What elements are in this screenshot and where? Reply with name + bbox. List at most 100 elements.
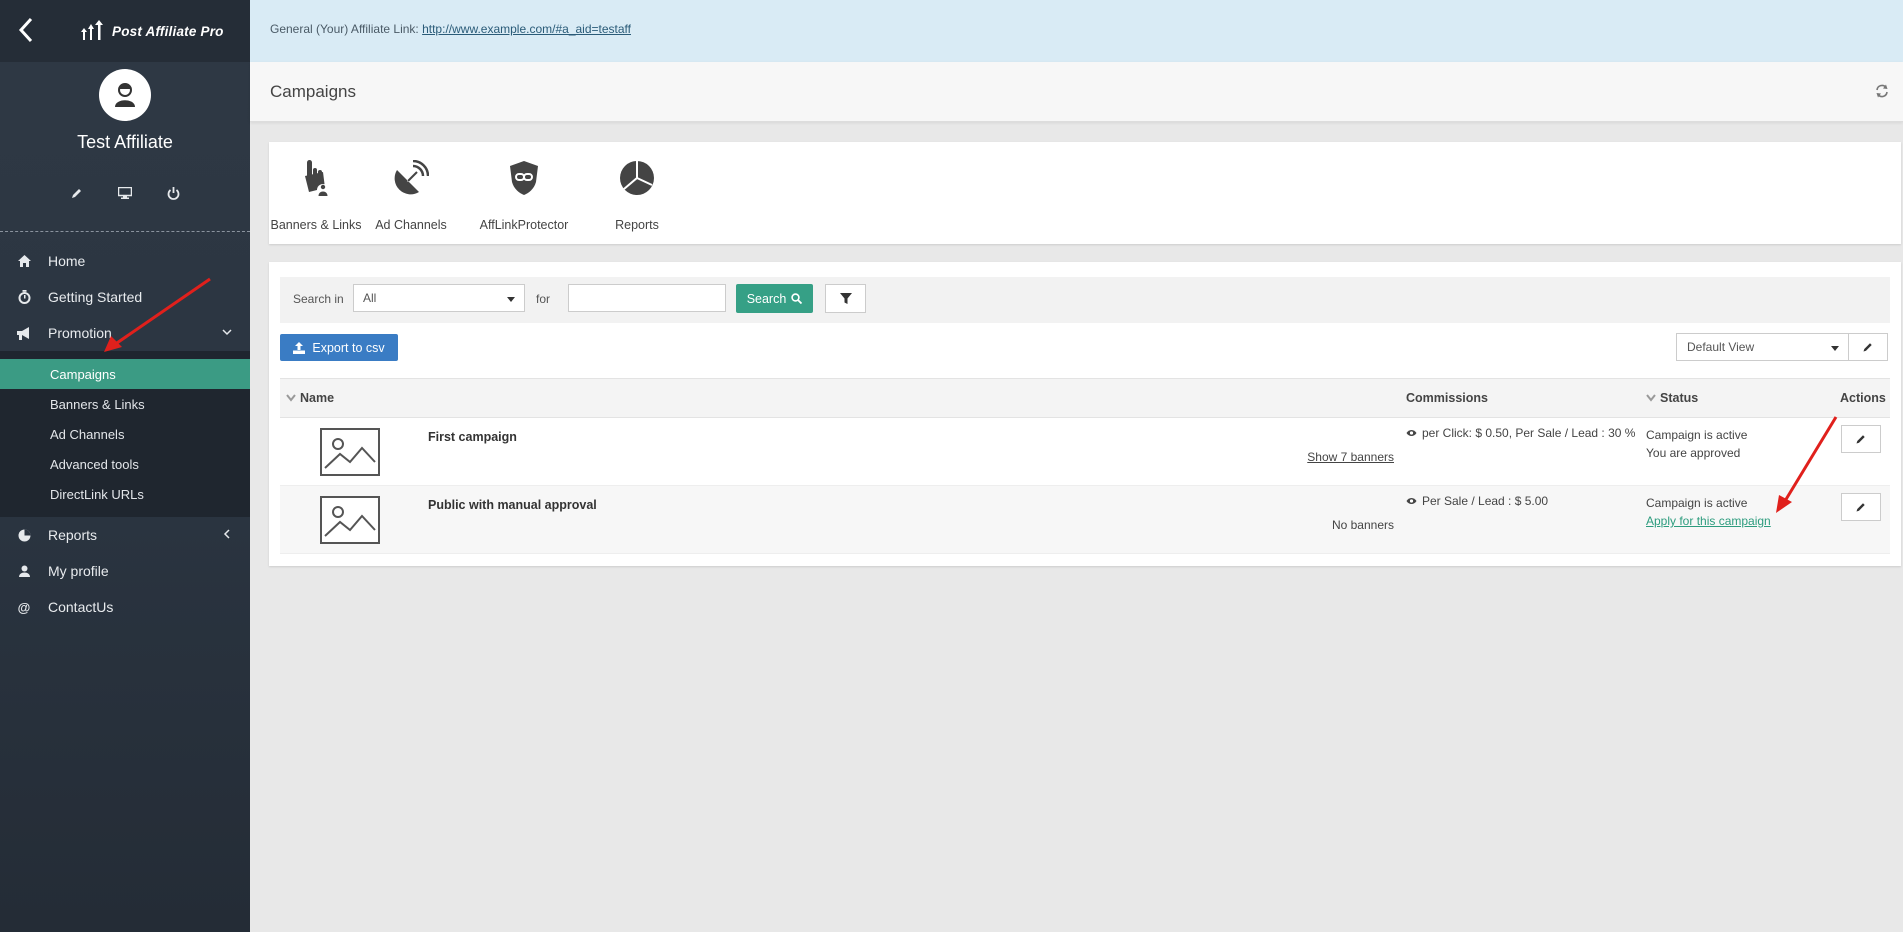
commissions-text: per Click: $ 0.50, Per Sale / Lead : 30 … — [1422, 426, 1636, 440]
column-header-actions: Actions — [1840, 391, 1886, 405]
quick-afflinkprotector[interactable]: AffLinkProtector — [469, 156, 579, 232]
refresh-icon[interactable] — [1875, 84, 1889, 98]
search-button[interactable]: Search — [736, 284, 813, 313]
monitor-icon[interactable] — [116, 184, 134, 202]
caret-down-icon — [507, 297, 515, 302]
quick-ad-channels[interactable]: Ad Channels — [356, 156, 466, 232]
logo-text: Post Affiliate Pro — [112, 23, 224, 39]
export-csv-button[interactable]: Export to csv — [280, 334, 398, 361]
edit-row-button[interactable] — [1841, 425, 1881, 453]
funnel-icon — [839, 292, 852, 304]
pie-chart-icon — [582, 156, 692, 200]
sidebar-item-my-profile[interactable]: My profile — [0, 553, 250, 589]
sidebar-item-promotion[interactable]: Promotion — [0, 315, 250, 351]
sidebar-item-reports[interactable]: Reports — [0, 517, 250, 553]
sidebar-subnav-promotion: Campaigns Banners & Links Ad Channels Ad… — [0, 351, 250, 517]
sidebar-header: Post Affiliate Pro — [0, 0, 250, 62]
back-chevron-icon[interactable] — [18, 16, 40, 46]
hand-pointer-icon — [261, 156, 371, 200]
apply-for-campaign-link[interactable]: Apply for this campaign — [1646, 512, 1771, 530]
commissions-cell: per Click: $ 0.50, Per Sale / Lead : 30 … — [1406, 426, 1635, 440]
power-icon[interactable] — [164, 184, 182, 202]
campaign-status: Campaign is active — [1646, 496, 1748, 510]
sidebar-item-label: Promotion — [48, 325, 112, 341]
megaphone-icon — [15, 324, 33, 342]
campaign-name: First campaign — [428, 430, 517, 444]
table-header: Name Commissions Status Actions — [280, 378, 1890, 418]
sidebar-item-home[interactable]: Home — [0, 243, 250, 279]
view-select-value: Default View — [1687, 340, 1755, 354]
search-in-select[interactable]: All — [353, 284, 525, 312]
quick-icon-label: Reports — [615, 218, 659, 232]
eye-icon[interactable] — [1406, 429, 1417, 437]
sidebar-nav: Home Getting Started Promotion Campaigns… — [0, 243, 250, 625]
caret-down-icon — [1831, 346, 1839, 351]
campaign-name: Public with manual approval — [428, 498, 597, 512]
quick-icon-label: AffLinkProtector — [479, 218, 569, 232]
sidebar-item-label: My profile — [48, 563, 109, 579]
table-row: Public with manual approval No banners P… — [280, 486, 1890, 554]
user-avatar-icon — [115, 83, 135, 107]
home-icon — [15, 252, 33, 270]
campaign-image-placeholder-icon — [320, 496, 380, 544]
campaign-image-placeholder-icon — [320, 428, 380, 476]
show-banners-link[interactable]: Show 7 banners — [1307, 450, 1394, 464]
pencil-icon — [1863, 343, 1872, 352]
search-icon — [791, 293, 803, 304]
search-in-label: Search in — [293, 292, 344, 306]
filter-row: Search in All for Search — [280, 277, 1890, 323]
pie-chart-icon — [15, 526, 33, 544]
export-csv-label: Export to csv — [312, 340, 385, 355]
sort-chevron-icon — [286, 394, 296, 402]
column-header-name[interactable]: Name — [286, 391, 334, 405]
sidebar-subitem-directlink-urls[interactable]: DirectLink URLs — [0, 479, 250, 509]
table-row: First campaign Show 7 banners per Click:… — [280, 418, 1890, 486]
affiliate-link[interactable]: http://www.example.com/#a_aid=testaff — [422, 22, 631, 36]
page-title: Campaigns — [270, 82, 356, 101]
filter-button[interactable] — [825, 284, 866, 313]
edit-row-button[interactable] — [1841, 493, 1881, 521]
pencil-icon[interactable] — [68, 184, 86, 202]
sidebar-item-label: ContactUs — [48, 599, 114, 615]
campaigns-panel: Search in All for Search Export to csv D… — [269, 262, 1901, 566]
sidebar-item-label: Getting Started — [48, 289, 143, 305]
user-name: Test Affiliate — [77, 132, 173, 152]
quick-banners-links[interactable]: Banners & Links — [261, 156, 371, 232]
status-cell: Campaign is active Apply for this campai… — [1646, 494, 1771, 530]
quick-reports[interactable]: Reports — [582, 156, 692, 232]
sidebar-subitem-advanced-tools[interactable]: Advanced tools — [0, 449, 250, 479]
search-button-label: Search — [746, 291, 787, 306]
sidebar-item-getting-started[interactable]: Getting Started — [0, 279, 250, 315]
column-header-status[interactable]: Status — [1646, 391, 1698, 405]
sidebar-subitem-campaigns[interactable]: Campaigns — [0, 359, 250, 389]
sidebar-subitem-ad-channels[interactable]: Ad Channels — [0, 419, 250, 449]
quick-icons-bar: Banners & Links Ad Channels AffLinkProte… — [269, 142, 1901, 244]
commissions-cell: Per Sale / Lead : $ 5.00 — [1406, 494, 1548, 508]
approval-status: You are approved — [1646, 446, 1741, 460]
upload-tray-icon — [293, 341, 306, 354]
sidebar-subitem-banners-links[interactable]: Banners & Links — [0, 389, 250, 419]
chevron-left-icon — [223, 529, 230, 539]
shield-link-icon — [469, 156, 579, 200]
sort-chevron-icon — [1646, 394, 1656, 402]
search-input[interactable] — [568, 284, 726, 312]
eye-icon[interactable] — [1406, 497, 1417, 505]
sidebar-item-label: Reports — [48, 527, 98, 543]
no-banners-text: No banners — [1331, 518, 1394, 532]
user-icon — [15, 562, 33, 580]
sidebar-item-contactus[interactable]: @ ContactUs — [0, 589, 250, 625]
for-label: for — [536, 292, 551, 306]
chevron-down-icon — [222, 329, 232, 336]
satellite-dish-icon — [356, 156, 466, 200]
view-select[interactable]: Default View — [1676, 333, 1849, 361]
avatar[interactable] — [99, 69, 151, 121]
edit-view-button[interactable] — [1848, 333, 1888, 361]
commissions-text: Per Sale / Lead : $ 5.00 — [1422, 494, 1549, 508]
logo[interactable]: Post Affiliate Pro — [78, 20, 224, 42]
sidebar-divider — [0, 231, 250, 232]
logo-arrows-icon — [81, 20, 103, 40]
column-header-status-label: Status — [1660, 391, 1699, 405]
quick-icon-label: Banners & Links — [270, 218, 362, 232]
column-header-commissions: Commissions — [1406, 391, 1488, 405]
status-cell: Campaign is active You are approved — [1646, 426, 1747, 462]
